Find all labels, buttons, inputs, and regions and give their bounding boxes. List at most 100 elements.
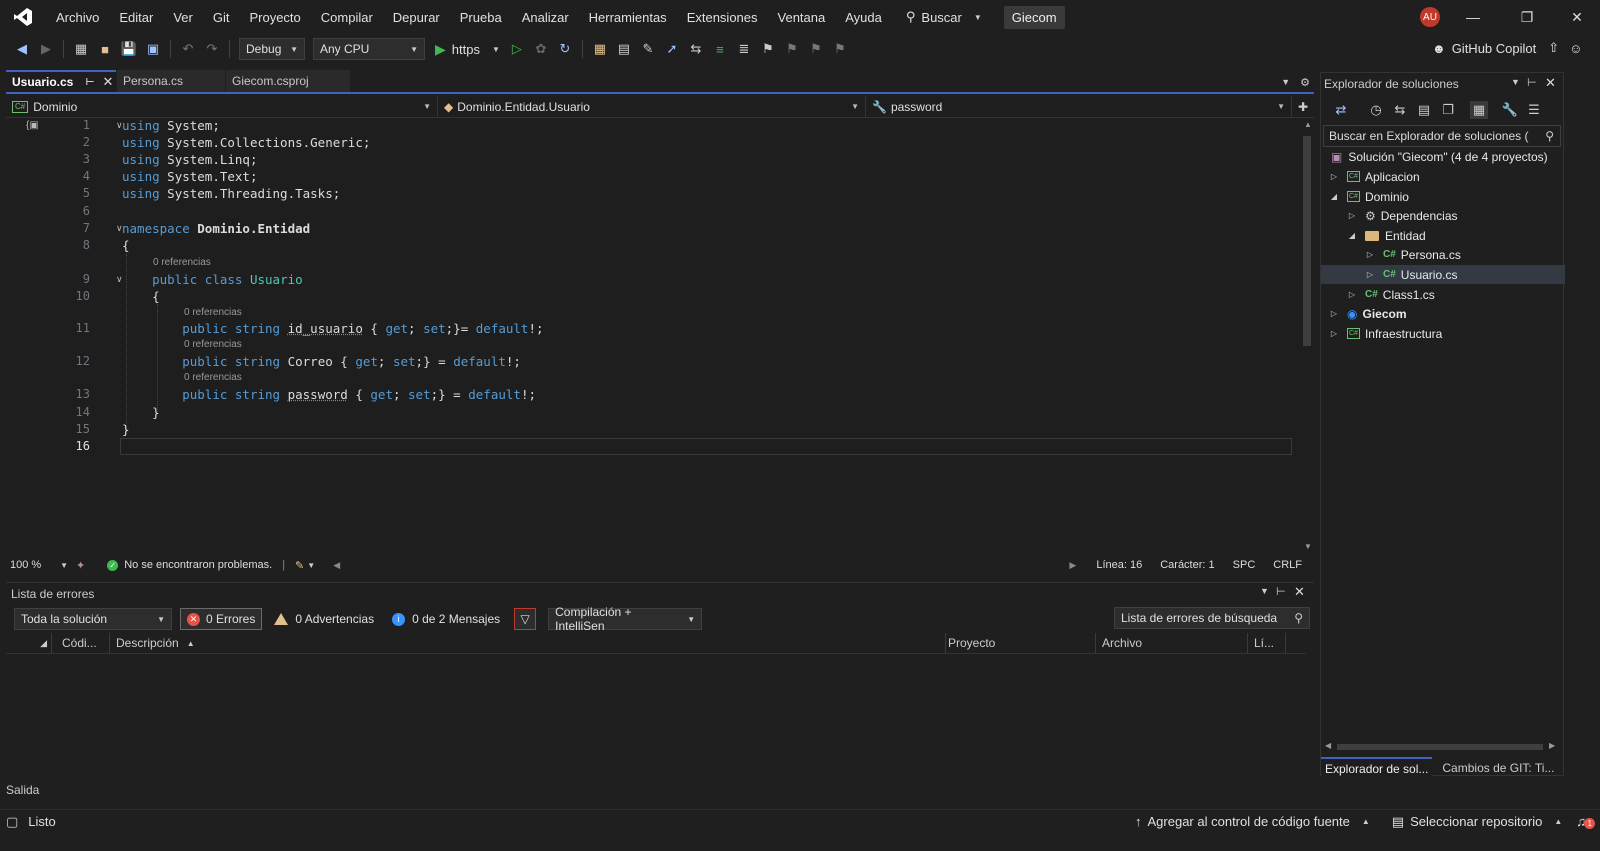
new-project-icon[interactable]: ▦ <box>72 40 90 58</box>
code-editor[interactable]: {▣ 1 2 3 4 5 6 7 8 9 10 11 12 13 14 15 1… <box>6 118 1314 556</box>
zoom-select[interactable]: 100 % ▼ <box>6 559 68 571</box>
hot-reload-icon[interactable]: ✿ <box>532 40 550 58</box>
column-code[interactable]: Códi... <box>56 633 110 653</box>
scroll-right-icon[interactable]: ▶ <box>1069 560 1076 571</box>
scroll-right-icon[interactable]: ▶ <box>1549 741 1555 750</box>
cursor-char[interactable]: Carácter: 1 <box>1160 559 1214 571</box>
spell-check-icon[interactable]: ✎ <box>639 40 657 58</box>
line-endings[interactable]: CRLF <box>1273 559 1302 571</box>
menu-analizar[interactable]: Analizar <box>512 0 579 34</box>
redo-icon[interactable]: ↷ <box>203 40 221 58</box>
intellicode-icon[interactable]: ✦ <box>76 559 85 572</box>
minimize-icon[interactable]: — <box>1450 0 1496 34</box>
properties-wrench-icon[interactable]: 🔧 <box>1501 101 1519 119</box>
tree-item-dependencias[interactable]: ▷ ⚙ Dependencias <box>1321 206 1565 225</box>
filter-toggle-button[interactable]: ▽ <box>514 608 537 630</box>
menu-compilar[interactable]: Compilar <box>311 0 383 34</box>
tree-item-aplicacion[interactable]: ▷ C# Aplicacion <box>1321 167 1565 186</box>
error-search-input[interactable]: Lista de errores de búsqueda ⚲ <box>1114 607 1310 629</box>
pin-icon[interactable]: ⊢ <box>85 77 94 88</box>
tree-item-class1-cs[interactable]: ▷ C# Class1.cs <box>1321 285 1565 304</box>
output-tab[interactable]: Salida <box>6 783 39 797</box>
menu-editar[interactable]: Editar <box>109 0 163 34</box>
back-icon[interactable]: ◀ <box>13 40 31 58</box>
column-project[interactable]: Proyecto <box>942 633 1096 653</box>
tab-persona-cs[interactable]: Persona.cs <box>117 70 225 92</box>
errors-filter-button[interactable]: ✕ 0 Errores <box>180 608 263 630</box>
tree-item-dominio[interactable]: ◢ C# Dominio <box>1321 187 1565 206</box>
tree-item-entidad[interactable]: ◢ Entidad <box>1321 226 1565 245</box>
refresh-icon[interactable]: ↻ <box>556 40 574 58</box>
tab-solution-explorer[interactable]: Explorador de sol... <box>1321 757 1433 779</box>
codelens-references[interactable]: 0 referencias <box>184 307 242 318</box>
panel-menu-icon[interactable]: ▼ <box>1260 586 1269 596</box>
panel-menu-icon[interactable]: ▼ <box>1511 77 1520 87</box>
notifications-button[interactable]: ♫ 1 <box>1576 814 1596 829</box>
feedback-icon[interactable]: ☺ <box>1569 41 1582 56</box>
avatar[interactable]: AU <box>1420 7 1440 27</box>
bookmark-next-icon[interactable]: ⚑ <box>807 40 825 58</box>
tab-usuario-cs[interactable]: Usuario.cs ⊢ ✕ <box>6 70 116 92</box>
bookmark-icon[interactable]: ⚑ <box>759 40 777 58</box>
add-source-control-button[interactable]: ↑ Agregar al control de código fuente ▲ <box>1135 814 1370 829</box>
save-icon[interactable]: 💾 <box>120 40 138 58</box>
expand-icon[interactable]: ▷ <box>1363 270 1377 279</box>
compare-icon[interactable]: ⇆ <box>687 40 705 58</box>
menu-git[interactable]: Git <box>203 0 240 34</box>
menu-proyecto[interactable]: Proyecto <box>239 0 310 34</box>
expand-icon[interactable]: ▷ <box>1345 211 1359 220</box>
tree-item-persona-cs[interactable]: ▷ C# Persona.cs <box>1321 245 1565 264</box>
start-debug-button[interactable]: ▶ https ▼ <box>435 41 500 58</box>
sync-active-doc-icon[interactable]: ⇄ <box>1332 101 1350 119</box>
history-icon[interactable]: ◷ <box>1367 101 1385 119</box>
chevron-down-icon[interactable]: ▼ <box>307 561 315 570</box>
tree-item-giecom[interactable]: ▷ ◉ Giecom <box>1321 304 1565 323</box>
pin-icon[interactable]: ⊢ <box>1527 76 1537 89</box>
expand-icon[interactable]: ▷ <box>1327 329 1341 338</box>
close-icon[interactable]: ✕ <box>1545 75 1556 91</box>
scrollbar-thumb[interactable] <box>1303 136 1311 346</box>
indent-icon[interactable]: ≡ <box>711 40 729 58</box>
bookmark-clear-icon[interactable]: ⚑ <box>831 40 849 58</box>
close-icon[interactable]: ✕ <box>103 74 114 90</box>
tree-item-usuario-cs[interactable]: ▷ C# Usuario.cs <box>1321 265 1565 284</box>
problems-status[interactable]: No se encontraron problemas. <box>124 559 272 571</box>
outdent-icon[interactable]: ≣ <box>735 40 753 58</box>
column-file[interactable]: Archivo <box>1096 633 1248 653</box>
forward-icon[interactable]: ▶ <box>37 40 55 58</box>
member-dropdown[interactable]: 🔧 password ▼ <box>866 95 1292 118</box>
save-all-icon[interactable]: ▣ <box>144 40 162 58</box>
gear-icon[interactable]: ⚙ <box>1300 76 1310 89</box>
column-line[interactable]: Lí... <box>1248 633 1286 653</box>
github-copilot-button[interactable]: ☻ GitHub Copilot ⇧ ☺ <box>1432 40 1582 56</box>
solution-search-input[interactable]: Buscar en Explorador de soluciones ( ⚲ <box>1323 125 1561 147</box>
switch-views-icon[interactable]: ⇆ <box>1391 101 1409 119</box>
copy-icon[interactable]: ❐ <box>1439 101 1457 119</box>
collapse-icon[interactable]: ◢ <box>1327 192 1341 201</box>
type-dropdown[interactable]: ◆ Dominio.Entidad.Usuario ▼ <box>438 95 866 118</box>
tab-giecom-csproj[interactable]: Giecom.csproj <box>226 70 350 92</box>
tree-solution[interactable]: ▣ Solución "Giecom" (4 de 4 proyectos) <box>1321 147 1565 166</box>
restore-icon[interactable]: ❐ <box>1504 0 1550 34</box>
scroll-left-icon[interactable]: ◀ <box>1325 741 1331 750</box>
collapse-icon[interactable]: ◢ <box>1345 231 1359 240</box>
scrollbar-thumb[interactable] <box>1337 744 1543 750</box>
menu-ver[interactable]: Ver <box>163 0 203 34</box>
cursor-line[interactable]: Línea: 16 <box>1096 559 1142 571</box>
menu-ventana[interactable]: Ventana <box>768 0 836 34</box>
horizontal-scrollbar[interactable]: ◀ ▶ <box>1323 741 1561 753</box>
menu-ayuda[interactable]: Ayuda <box>835 0 892 34</box>
expand-icon[interactable]: ▷ <box>1327 172 1341 181</box>
open-folder-icon[interactable]: ■ <box>96 40 114 58</box>
expand-icon[interactable]: ▷ <box>1363 250 1377 259</box>
visual-studio-logo-icon[interactable] <box>12 6 34 28</box>
codelens-references[interactable]: 0 referencias <box>184 339 242 350</box>
build-filter-select[interactable]: Compilación + IntelliSen ▼ <box>548 605 703 633</box>
scroll-left-icon[interactable]: ◀ <box>333 560 340 571</box>
search-button[interactable]: ⚲ Buscar ▼ <box>906 9 982 25</box>
menu-depurar[interactable]: Depurar <box>383 0 450 34</box>
tab-git-changes[interactable]: Cambios de GIT: Ti... <box>1438 757 1558 779</box>
indent-mode[interactable]: SPC <box>1233 559 1256 571</box>
bookmark-prev-icon[interactable]: ⚑ <box>783 40 801 58</box>
codelens-references[interactable]: 0 referencias <box>184 372 242 383</box>
